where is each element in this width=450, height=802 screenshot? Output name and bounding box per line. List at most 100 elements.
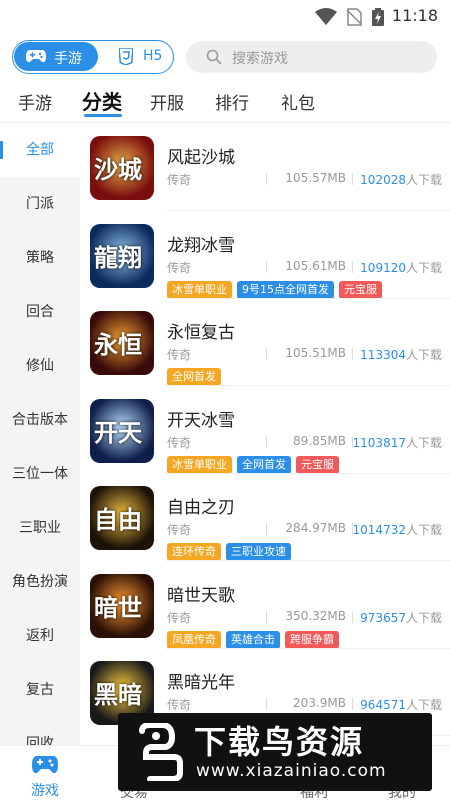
game-list-item[interactable]: 开天 开天冰雪 传奇 89.85MB 1103817人下载 冰雪单职业 全网首发 元宝服 (80, 386, 450, 474)
download-number: 113304 (360, 348, 406, 362)
game-name[interactable]: 风起沙城 (167, 143, 235, 168)
game-size: 105.51MB (285, 346, 346, 360)
sidebar-item-label: 返利 (26, 628, 54, 644)
meta-divider (266, 523, 267, 535)
game-thumbnail[interactable]: 沙城 (90, 136, 154, 200)
mobile-games-toggle[interactable]: 手游 (14, 42, 98, 71)
download-number: 109120 (360, 260, 406, 275)
sidebar-item-label: 回合 (26, 304, 54, 320)
nav-item-games[interactable]: 游戏 (0, 746, 112, 801)
tab-category[interactable]: 分类 (82, 86, 122, 115)
download-number: 973657 (360, 610, 406, 625)
game-name[interactable]: 龙翔冰雪 (167, 231, 235, 256)
download-count: 1103817人下载 (353, 434, 442, 451)
game-name[interactable]: 黑暗光年 (167, 668, 235, 693)
sidebar-item-all[interactable]: 全部 (0, 123, 80, 177)
game-tag: 元宝服 (296, 455, 339, 474)
game-size: 105.57MB (285, 171, 346, 185)
download-suffix: 人下载 (405, 348, 442, 362)
game-list-item[interactable]: 暗世 暗世天歌 传奇 350.32MB 973657人下载 凤凰传奇 英雄合击 跨服争霸 (80, 561, 450, 649)
sidebar-item-label: 全部 (26, 142, 54, 158)
category-sidebar: 全部 门派 策略 回合 修仙 合击版本 三位一体 三职业 角色扮演 返利 复古 … (0, 123, 80, 745)
game-name[interactable]: 暗世天歌 (167, 581, 235, 606)
download-count: 973657人下载 (360, 609, 442, 626)
game-genre: 传奇 (167, 698, 192, 712)
watermark-title: 下载鸟资源 (194, 723, 365, 761)
sidebar-item-retro[interactable]: 复古 (0, 663, 80, 717)
game-name[interactable]: 开天冰雪 (167, 406, 235, 431)
meta-divider (266, 435, 267, 448)
game-size: 89.85MB (293, 433, 346, 448)
sidebar-item-sect[interactable]: 门派 (0, 177, 80, 231)
game-size: 284.97MB (285, 521, 346, 535)
watermark: 下载鸟资源 www.xiazainiao.com (118, 713, 432, 791)
game-tag: 全网首发 (237, 455, 291, 474)
meta-divider (352, 173, 353, 185)
search-placeholder: 搜索游戏 (232, 51, 288, 67)
sidebar-item-strategy[interactable]: 策略 (0, 231, 80, 285)
search-icon (206, 49, 222, 65)
sidebar-item-rebate[interactable]: 返利 (0, 609, 80, 663)
sidebar-item-combo-version[interactable]: 合击版本 (0, 393, 80, 447)
game-thumbnail[interactable]: 开天 (90, 398, 154, 463)
thumbnail-text: 龍翔 (94, 242, 142, 272)
thumbnail-text: 暗世 (94, 592, 142, 622)
thumbnail-text: 开天 (94, 417, 142, 447)
platform-switch[interactable]: 手游 H5 (12, 40, 174, 74)
tab-gift[interactable]: 礼包 (281, 89, 315, 114)
download-count: 1014732人下载 (353, 521, 442, 538)
watermark-url: www.xiazainiao.com (196, 761, 387, 781)
game-meta: 传奇 105.61MB 109120人下载 (167, 259, 442, 275)
sidebar-item-cultivation[interactable]: 修仙 (0, 339, 80, 393)
game-list-item[interactable]: 沙城 风起沙城 传奇 105.57MB 102028人下载 (80, 123, 450, 211)
sidebar-item-rpg[interactable]: 角色扮演 (0, 555, 80, 609)
game-genre: 传奇 (167, 348, 192, 362)
html5-icon (119, 48, 133, 65)
sidebar-item-trinity[interactable]: 三位一体 (0, 447, 80, 501)
game-thumbnail[interactable]: 龍翔 (90, 223, 154, 288)
game-tags: 冰雪单职业 全网首发 元宝服 (167, 453, 344, 474)
game-tags: 冰雪单职业 9号15点全网首发 元宝服 (167, 278, 387, 299)
h5-games-toggle[interactable]: H5 (105, 42, 171, 71)
sidebar-item-recycle[interactable]: 回收 (0, 717, 80, 745)
game-thumbnail[interactable]: 自由 (90, 486, 154, 550)
download-number: 1103817 (352, 435, 406, 450)
meta-divider (266, 610, 267, 623)
thumbnail-text: 永恒 (94, 330, 142, 359)
meta-divider (352, 610, 353, 623)
game-name[interactable]: 自由之刃 (167, 493, 235, 518)
meta-divider (266, 698, 267, 710)
search-input[interactable]: 搜索游戏 (186, 41, 437, 73)
tab-ranking[interactable]: 排行 (215, 89, 249, 114)
sidebar-item-label: 角色扮演 (12, 574, 68, 590)
download-number: 102028 (360, 173, 406, 187)
game-tag: 英雄合击 (226, 630, 280, 649)
sidebar-item-turn-based[interactable]: 回合 (0, 285, 80, 339)
tab-mobile-games[interactable]: 手游 (18, 89, 52, 114)
download-count: 113304人下载 (360, 346, 442, 363)
sidebar-item-three-classes[interactable]: 三职业 (0, 501, 80, 555)
sidebar-item-label: 复古 (26, 682, 54, 698)
download-suffix: 人下载 (405, 173, 442, 187)
game-thumbnail[interactable]: 永恒 (90, 311, 154, 375)
game-tags: 全网首发 (167, 365, 226, 386)
game-thumbnail[interactable]: 暗世 (90, 573, 154, 638)
game-tag: 凤凰传奇 (167, 630, 221, 649)
game-list-item[interactable]: 永恒 永恒复古传奇 105.51MB 113304人下载全网首发 (80, 298, 450, 386)
meta-divider (266, 260, 267, 273)
game-list-item[interactable]: 自由 自由之刃 传奇 284.97MB 1014732人下载 连环传奇 三职业攻速 (80, 473, 450, 561)
sidebar-item-label: 三职业 (19, 520, 61, 536)
tab-server-open[interactable]: 开服 (150, 89, 184, 114)
wifi-icon (315, 8, 337, 25)
game-tag: 全网首发 (167, 368, 221, 386)
game-list-item[interactable]: 龍翔 龙翔冰雪传奇 105.61MB 109120人下载冰雪单职业 9号15点全网首发元… (80, 211, 450, 299)
meta-divider (352, 348, 353, 360)
sidebar-item-label: 三位一体 (12, 466, 68, 482)
download-number: 964571 (360, 698, 406, 712)
battery-icon (372, 8, 384, 26)
game-tag: 9号15点全网首发 (237, 280, 334, 299)
game-meta: 传奇 350.32MB 973657人下载 (167, 609, 442, 625)
no-sim-icon (346, 8, 362, 26)
game-name[interactable]: 永恒复古 (167, 318, 235, 343)
game-size: 350.32MB (285, 608, 346, 623)
